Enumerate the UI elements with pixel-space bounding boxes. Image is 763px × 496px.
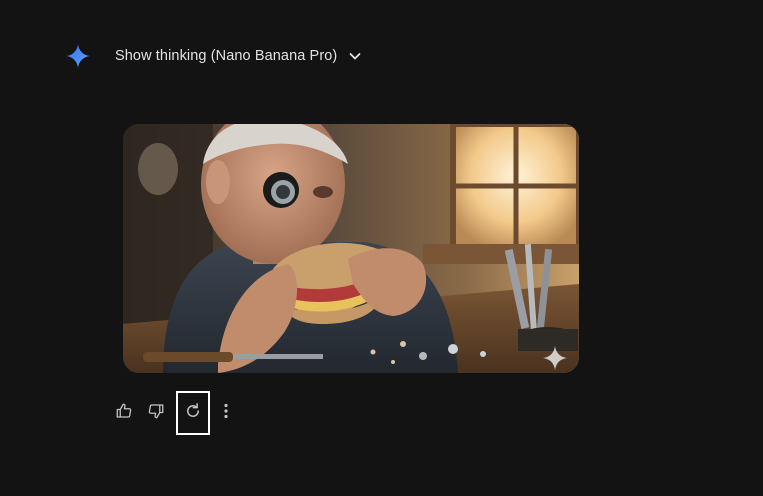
thumbs-up-button[interactable] xyxy=(110,399,138,427)
thumbs-down-icon xyxy=(147,402,165,425)
response-actions xyxy=(110,390,236,436)
more-options-button[interactable] xyxy=(216,399,236,427)
regenerate-button[interactable] xyxy=(176,391,210,435)
response-header: Show thinking (Nano Banana Pro) xyxy=(62,38,363,74)
thumbs-down-button[interactable] xyxy=(142,399,170,427)
show-thinking-label: Show thinking (Nano Banana Pro) xyxy=(115,48,338,64)
generated-image-illustration xyxy=(123,124,579,373)
thumbs-up-icon xyxy=(115,402,133,425)
refresh-icon xyxy=(184,402,202,425)
generated-image[interactable] xyxy=(123,124,579,373)
chevron-down-icon xyxy=(347,48,363,64)
more-vert-icon xyxy=(223,403,229,424)
response-panel: Show thinking (Nano Banana Pro) xyxy=(0,0,763,496)
show-thinking-toggle[interactable]: Show thinking (Nano Banana Pro) xyxy=(115,48,363,64)
gemini-spark-icon xyxy=(62,40,94,72)
